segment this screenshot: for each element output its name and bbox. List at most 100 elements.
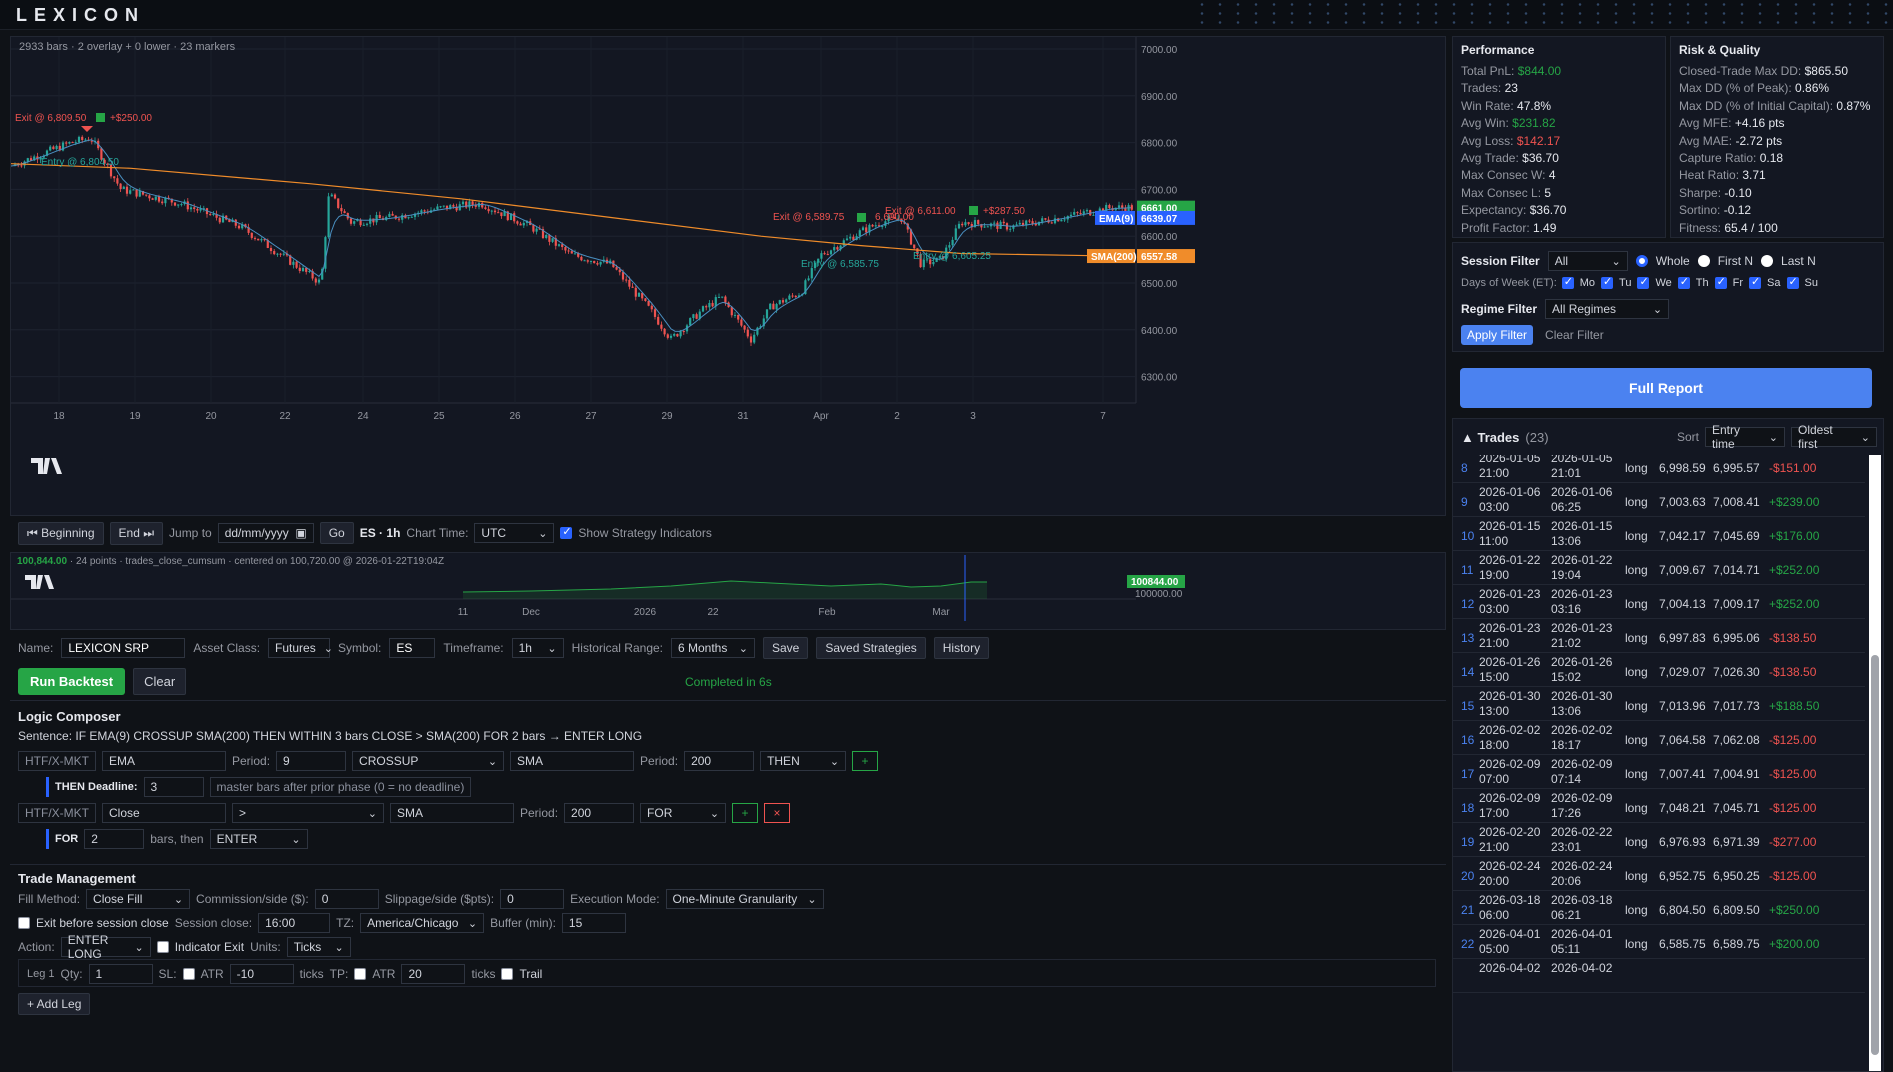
- indicator-2-input[interactable]: SMA: [510, 751, 635, 771]
- session-filter-select[interactable]: All: [1547, 251, 1628, 271]
- units-select[interactable]: Ticks: [286, 937, 351, 957]
- trades-scrollbar[interactable]: [1869, 455, 1881, 1071]
- regime-filter-select[interactable]: All Regimes: [1545, 299, 1670, 319]
- operator-1-select[interactable]: CROSSUP: [352, 751, 505, 771]
- period-3-input[interactable]: 200: [564, 803, 635, 823]
- qty-input[interactable]: 1: [88, 964, 153, 984]
- session-close-input[interactable]: 16:00: [258, 913, 331, 933]
- saved-strategies-button[interactable]: Saved Strategies: [816, 637, 926, 659]
- whole-radio[interactable]: [1635, 255, 1648, 267]
- historical-range-select[interactable]: 6 Months: [671, 638, 755, 658]
- join-2-select[interactable]: FOR: [640, 803, 727, 823]
- candle-body: [1117, 205, 1121, 208]
- trade-row[interactable]: 20 2026-02-24 20:00 2026-02-24 20:06 long 6,95…: [1453, 857, 1865, 891]
- trade-row[interactable]: 13 2026-01-23 21:00 2026-01-23 21:02 long 6,99…: [1453, 619, 1865, 653]
- dow-checkbox[interactable]: [1786, 275, 1799, 289]
- fill-method-select[interactable]: Close Fill: [86, 889, 191, 909]
- history-button[interactable]: History: [933, 637, 990, 659]
- trade-row[interactable]: 10 2026-01-15 11:00 2026-01-15 13:06 long 7,04…: [1453, 517, 1865, 551]
- clear-filter-button[interactable]: Clear Filter: [1545, 328, 1604, 342]
- execution-mode-select[interactable]: One-Minute Granularity: [665, 889, 824, 909]
- htf-toggle-2[interactable]: HTF/X-MKT: [18, 803, 96, 823]
- period-1-input[interactable]: 9: [276, 751, 347, 771]
- dow-checkbox[interactable]: [1637, 275, 1650, 289]
- trade-row[interactable]: 18 2026-02-09 17:00 2026-02-09 17:26 long 7,04…: [1453, 789, 1865, 823]
- trade-exit-price: 6,995.57: [1713, 461, 1760, 475]
- trade-row[interactable]: 12 2026-01-23 03:00 2026-01-23 03:16 long 7,00…: [1453, 585, 1865, 619]
- for-bars-input[interactable]: 2: [84, 829, 145, 849]
- go-button[interactable]: Go: [319, 522, 354, 544]
- indicator-exit-checkbox[interactable]: [156, 941, 169, 953]
- deadline-input[interactable]: 3: [143, 777, 204, 797]
- join-1-select[interactable]: THEN: [760, 751, 847, 771]
- remove-condition-button[interactable]: ×: [764, 803, 791, 823]
- trade-row[interactable]: 21 2026-03-18 06:00 2026-03-18 06:21 long 6,80…: [1453, 891, 1865, 925]
- last-n-radio[interactable]: [1761, 255, 1774, 267]
- symbol-input[interactable]: ES: [389, 638, 436, 658]
- trade-row[interactable]: 15 2026-01-30 13:00 2026-01-30 13:06 long 7,01…: [1453, 687, 1865, 721]
- trail-checkbox[interactable]: [501, 968, 514, 980]
- equity-mini-chart[interactable]: 100,844.00 · 24 points · trades_close_cu…: [10, 552, 1446, 630]
- first-n-radio[interactable]: [1697, 255, 1710, 267]
- dow-checkbox[interactable]: [1561, 275, 1574, 289]
- action-select[interactable]: ENTER LONG: [60, 933, 151, 961]
- chart-time-select[interactable]: UTC: [474, 523, 555, 543]
- trades-title[interactable]: ▲ Trades: [1461, 430, 1519, 445]
- calendar-icon[interactable]: ▣: [295, 526, 306, 540]
- candle-body: [657, 316, 660, 325]
- trade-row[interactable]: 8 2026-01-05 21:00 2026-01-05 21:01 long 6,998…: [1453, 455, 1865, 483]
- run-backtest-button[interactable]: Run Backtest: [18, 668, 126, 695]
- add-leg-button[interactable]: + Add Leg: [18, 993, 91, 1015]
- clear-button[interactable]: Clear: [133, 668, 187, 695]
- jump-date-input[interactable]: dd/mm/yyyy ▣: [217, 523, 314, 543]
- apply-filter-button[interactable]: Apply Filter: [1461, 325, 1534, 345]
- add-condition-button[interactable]: +: [852, 751, 879, 771]
- timezone-select[interactable]: America/Chicago: [360, 913, 485, 933]
- operator-2-select[interactable]: >: [232, 803, 384, 823]
- trade-row[interactable]: 11 2026-01-22 19:00 2026-01-22 19:04 long 7,00…: [1453, 551, 1865, 585]
- timeframe-select[interactable]: 1h: [511, 638, 564, 658]
- sl-input[interactable]: -10: [229, 964, 294, 984]
- dow-checkbox[interactable]: [1677, 275, 1690, 289]
- tp-atr-checkbox[interactable]: [354, 968, 367, 980]
- beginning-button[interactable]: ⏮ Beginning: [18, 521, 104, 545]
- exit-before-close-checkbox[interactable]: [18, 917, 30, 929]
- trades-scroll-thumb[interactable]: [1871, 655, 1879, 1055]
- sl-atr-checkbox[interactable]: [182, 968, 195, 980]
- commission-input[interactable]: 0: [314, 889, 379, 909]
- strategy-name-input[interactable]: LEXICON SRP: [61, 638, 186, 658]
- full-report-button[interactable]: Full Report: [1460, 368, 1872, 408]
- indicator-3-input[interactable]: Close: [102, 803, 226, 823]
- slippage-input[interactable]: 0: [500, 889, 565, 909]
- for-action-select[interactable]: ENTER: [209, 829, 308, 849]
- end-button[interactable]: End ⏭: [109, 521, 164, 545]
- trade-row[interactable]: 16 2026-02-02 18:00 2026-02-02 18:17 long 7,06…: [1453, 721, 1865, 755]
- sort-field-select[interactable]: Entry time: [1705, 423, 1785, 451]
- buffer-input[interactable]: 15: [561, 913, 626, 933]
- sort-order-select[interactable]: Oldest first: [1791, 423, 1877, 451]
- trade-row[interactable]: 22 2026-04-01 05:00 2026-04-01 05:11 long 6,58…: [1453, 925, 1865, 959]
- trade-number: 11: [1461, 563, 1474, 577]
- candle-body: [439, 206, 442, 208]
- price-chart[interactable]: 7000.00 6900.00 6800.00 6700.00 6600.00 6500.…: [10, 36, 1446, 516]
- dow-checkbox[interactable]: [1714, 275, 1727, 289]
- show-indicators-checkbox[interactable]: [560, 525, 573, 539]
- save-button[interactable]: Save: [763, 637, 809, 659]
- trade-row[interactable]: 2026-04-02 2026-04-02: [1453, 959, 1865, 993]
- indicator-4-input[interactable]: SMA: [390, 803, 514, 823]
- price-chart-canvas[interactable]: 7000.00 6900.00 6800.00 6700.00 6600.00 6500.…: [11, 37, 1447, 517]
- candle-body: [679, 331, 682, 337]
- trade-row[interactable]: 17 2026-02-09 07:00 2026-02-09 07:14 long 7,00…: [1453, 755, 1865, 789]
- htf-toggle-1[interactable]: HTF/X-MKT: [18, 751, 96, 771]
- asset-class-select[interactable]: Futures: [268, 638, 331, 658]
- indicator-1-input[interactable]: EMA: [102, 751, 226, 771]
- trade-row[interactable]: 19 2026-02-20 21:00 2026-02-22 23:01 long 6,97…: [1453, 823, 1865, 857]
- add-condition-button-2[interactable]: +: [732, 803, 759, 823]
- trade-row[interactable]: 9 2026-01-06 03:00 2026-01-06 06:25 long 7,003…: [1453, 483, 1865, 517]
- period-2-input[interactable]: 200: [684, 751, 755, 771]
- dow-checkbox[interactable]: [1749, 275, 1762, 289]
- tp-input[interactable]: 20: [401, 964, 466, 984]
- dow-checkbox[interactable]: [1601, 275, 1614, 289]
- trade-row[interactable]: 14 2026-01-26 15:00 2026-01-26 15:02 long 7,02…: [1453, 653, 1865, 687]
- y-axis-label: 6500.00: [1141, 279, 1178, 290]
